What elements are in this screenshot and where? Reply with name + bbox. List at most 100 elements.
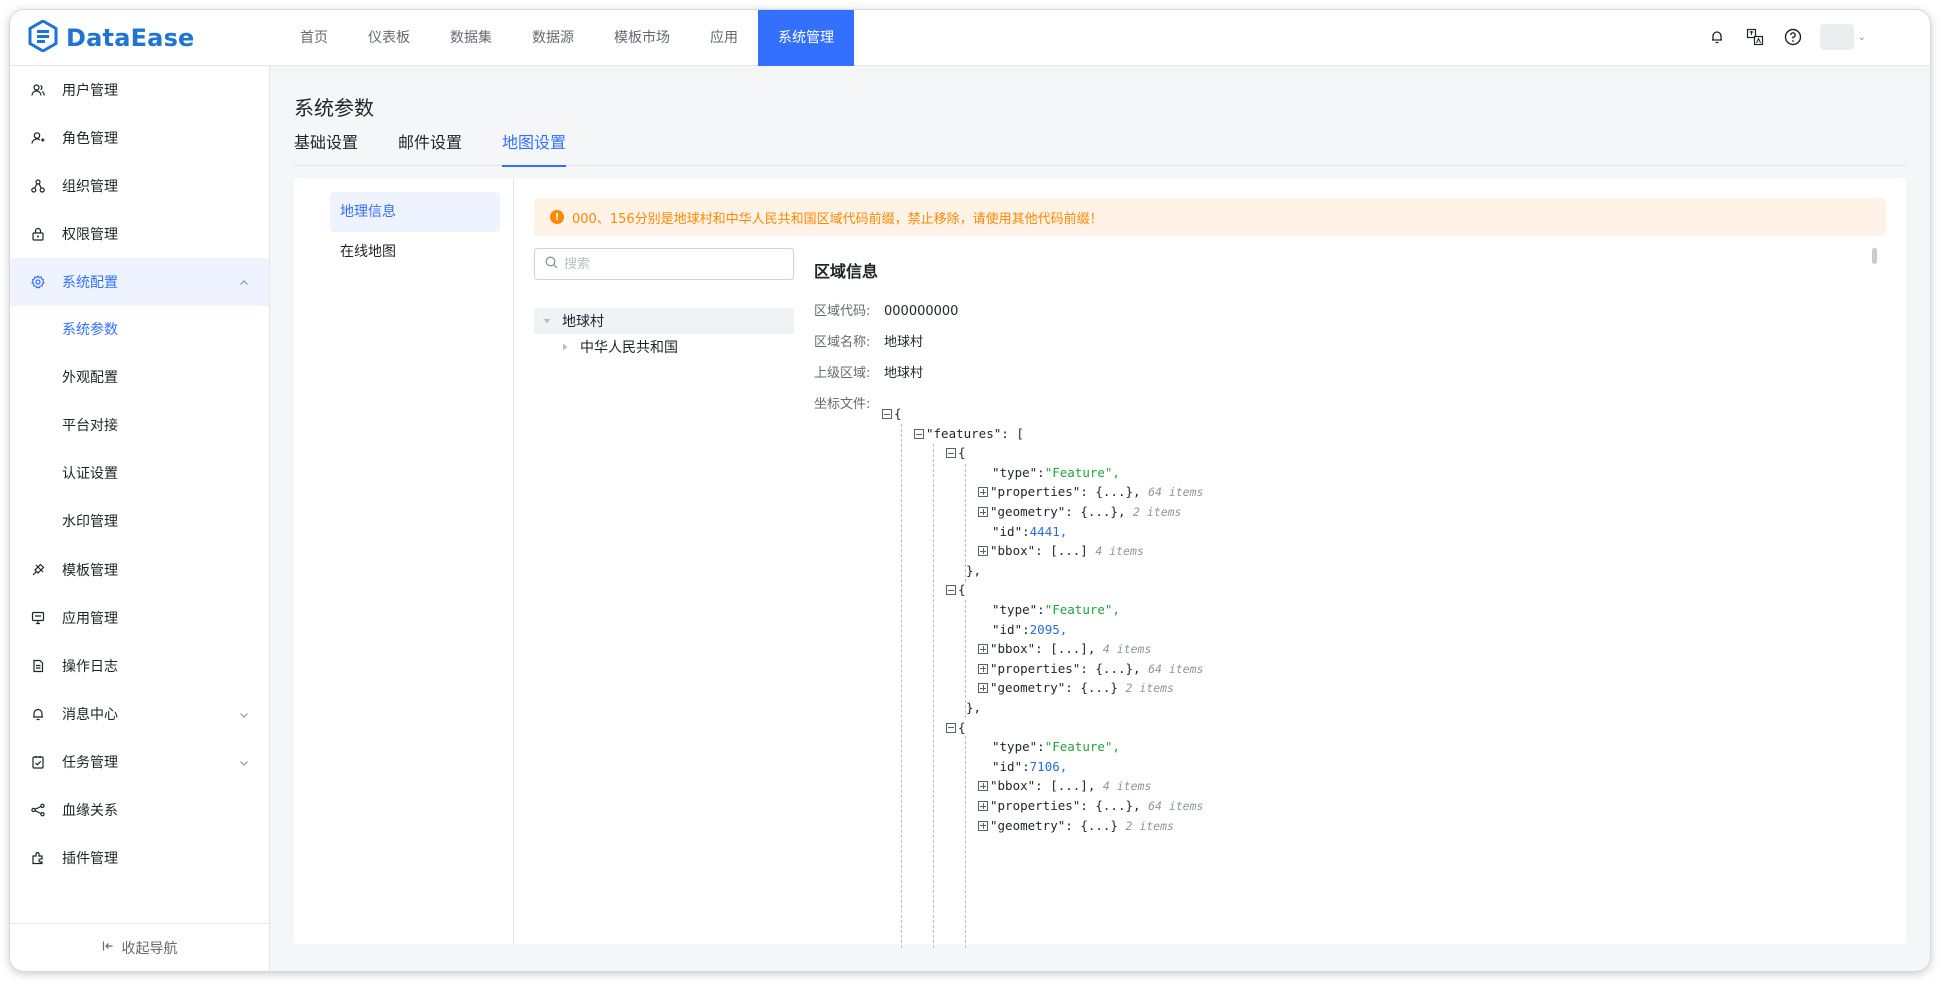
tree-node-earth-village[interactable]: 地球村 [534, 308, 794, 334]
json-collapsed-value: : [...], [1035, 641, 1096, 657]
json-property-line: "id":7106, [992, 758, 1068, 774]
tab-mail-settings[interactable]: 邮件设置 [398, 132, 462, 166]
expand-toggle-icon[interactable] [978, 507, 988, 517]
sidebar-item-users[interactable]: 用户管理 [10, 66, 269, 114]
scrollbar-thumb[interactable] [1872, 248, 1877, 264]
sidebar-item-system-config[interactable]: 系统配置 [10, 258, 269, 306]
topnav-datasource[interactable]: 数据源 [512, 10, 594, 66]
lock-icon [30, 226, 46, 242]
chevron-down-icon[interactable]: ⌄ [1858, 32, 1866, 43]
collapse-toggle-icon[interactable] [946, 585, 956, 596]
expand-toggle-icon[interactable] [978, 683, 988, 694]
sidebar-subitem-auth-settings[interactable]: 认证设置 [10, 450, 269, 498]
search-input[interactable] [564, 256, 784, 272]
json-collapsed-value: : [...], [1035, 778, 1096, 794]
plugin-icon [30, 850, 46, 866]
json-brace: { [894, 406, 902, 421]
json-collapsed-value: : {...}, [1065, 504, 1126, 519]
field-value: 地球村 [884, 335, 924, 350]
sidebar-subitem-platform-integration[interactable]: 平台对接 [10, 402, 269, 450]
json-item-count: 2 items [1125, 818, 1174, 833]
expand-toggle-icon[interactable] [978, 663, 988, 674]
page-title: 系统参数 [294, 96, 374, 120]
expand-toggle-icon[interactable] [978, 820, 988, 831]
json-item-count: 2 items [1133, 505, 1182, 519]
expand-toggle-icon[interactable] [978, 644, 988, 655]
sidebar-item-plugins[interactable]: 插件管理 [10, 834, 269, 882]
json-brace: { [958, 719, 966, 735]
caret-right-icon[interactable] [560, 342, 570, 352]
sidebar-item-templates[interactable]: 模板管理 [10, 546, 269, 594]
bell-icon[interactable] [1706, 26, 1728, 48]
role-icon [30, 130, 46, 146]
sidebar-item-operation-log[interactable]: 操作日志 [10, 642, 269, 690]
sidebar-subitem-system-params[interactable]: 系统参数 [10, 306, 269, 354]
json-item-count: 4 items [1102, 642, 1152, 657]
sidebar-item-label: 操作日志 [62, 659, 118, 675]
json-property-line: "type":"Feature", [992, 739, 1120, 755]
topnav-dashboard[interactable]: 仪表板 [348, 10, 430, 66]
header-actions: ⌄ [1706, 24, 1866, 50]
expand-toggle-icon[interactable] [978, 487, 988, 498]
sidebar-item-label: 消息中心 [62, 707, 118, 723]
json-value: "Feature", [1044, 464, 1120, 480]
tree-node-china[interactable]: 中华人民共和国 [534, 334, 794, 360]
json-key: "type" [992, 739, 1038, 755]
json-key: "type" [992, 602, 1038, 617]
sidebar-item-lineage[interactable]: 血缘关系 [10, 786, 269, 834]
collapse-toggle-icon[interactable] [914, 429, 924, 439]
topnav-apps[interactable]: 应用 [690, 10, 758, 66]
json-feature-close: }, [966, 700, 982, 715]
sidebar-item-permissions[interactable]: 权限管理 [10, 210, 269, 258]
top-header: DataEase 首页 仪表板 数据集 数据源 模板市场 应用 系统管理 ⌄ [10, 10, 1930, 66]
json-key: "id" [992, 621, 1023, 637]
json-property-line: "geometry": {...}, 2 items [978, 502, 1181, 522]
expand-toggle-icon[interactable] [978, 546, 988, 557]
app-logo[interactable]: DataEase [28, 19, 195, 56]
topnav-system-management[interactable]: 系统管理 [758, 10, 854, 66]
sidebar-item-roles[interactable]: 角色管理 [10, 114, 269, 162]
expand-toggle-icon[interactable] [978, 801, 988, 811]
expand-toggle-icon[interactable] [978, 781, 988, 792]
sidebar-item-organization[interactable]: 组织管理 [10, 162, 269, 210]
json-feature-open: { [946, 718, 966, 738]
json-value: "Feature", [1044, 602, 1120, 617]
sidebar-item-task-management[interactable]: 任务管理 [10, 738, 269, 786]
menu-geo-info[interactable]: 地理信息 [330, 192, 500, 232]
json-key: "id" [992, 758, 1023, 774]
topnav-template-market[interactable]: 模板市场 [594, 10, 690, 66]
topnav-dataset[interactable]: 数据集 [430, 10, 512, 66]
json-value: "Feature", [1044, 739, 1120, 755]
avatar[interactable] [1819, 24, 1854, 50]
sidebar-subitem-watermark[interactable]: 水印管理 [10, 498, 269, 546]
bell-icon [30, 706, 46, 722]
warning-text: 000、156分别是地球村和中华人民共和国区域代码前缀，禁止移除，请使用其他代码… [572, 211, 1103, 227]
help-icon[interactable] [1782, 26, 1804, 48]
collapse-nav-button[interactable]: 收起导航 [10, 923, 269, 971]
tab-basic-settings[interactable]: 基础设置 [294, 132, 358, 166]
topnav-home[interactable]: 首页 [280, 10, 348, 66]
json-key: "geometry" [990, 817, 1066, 833]
caret-down-icon[interactable] [542, 316, 552, 326]
translate-icon[interactable] [1744, 26, 1766, 48]
org-icon [30, 178, 46, 194]
top-nav: 首页 仪表板 数据集 数据源 模板市场 应用 系统管理 [280, 10, 854, 66]
json-key: "type" [992, 464, 1038, 480]
collapse-toggle-icon[interactable] [946, 722, 956, 733]
lineage-icon [30, 802, 46, 818]
json-features-line: "features": [ [914, 424, 1024, 444]
area-search-box[interactable] [534, 248, 794, 280]
field-value: 000000000 [884, 304, 959, 319]
sidebar-item-apps[interactable]: 应用管理 [10, 594, 269, 642]
field-area-code: 区域代码: 000000000 [814, 300, 958, 319]
menu-online-map[interactable]: 在线地图 [330, 232, 500, 272]
json-item-count: 2 items [1125, 681, 1174, 696]
json-value: 4441, [1029, 523, 1068, 539]
json-brace: { [958, 445, 966, 461]
sidebar-item-label: 应用管理 [62, 611, 118, 627]
sidebar-subitem-appearance[interactable]: 外观配置 [10, 354, 269, 402]
collapse-toggle-icon[interactable] [946, 448, 956, 459]
sidebar-item-message-center[interactable]: 消息中心 [10, 690, 269, 738]
tab-map-settings[interactable]: 地图设置 [502, 132, 567, 167]
collapse-toggle-icon[interactable] [882, 409, 892, 419]
